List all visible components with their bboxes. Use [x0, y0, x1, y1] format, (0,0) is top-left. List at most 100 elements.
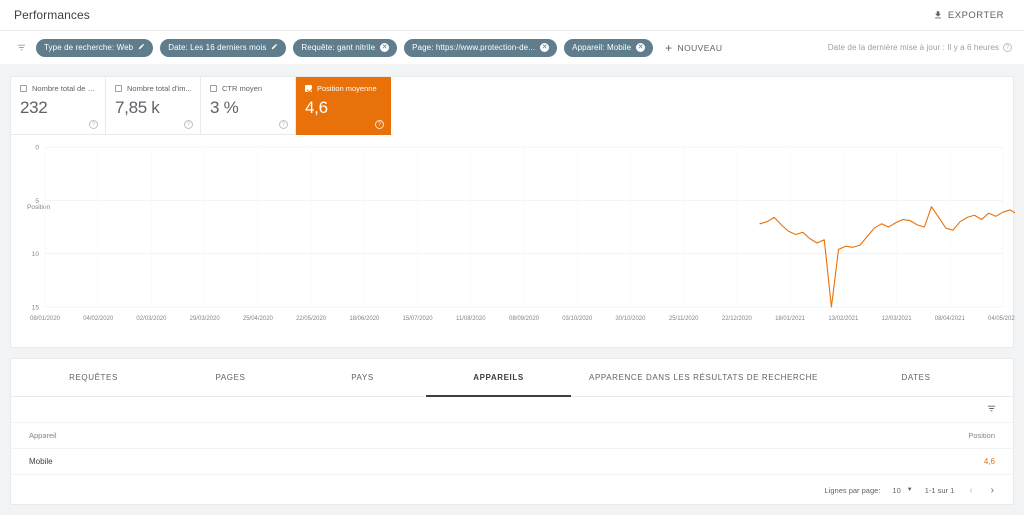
tab-label: PAGES — [215, 373, 246, 382]
tab-countries[interactable]: PAYS — [299, 359, 426, 396]
table-pagination: Lignes par page: 10 ▼ 1-1 sur 1 ‹ › — [11, 475, 1013, 505]
last-update-info: Date de la dernière mise à jour : Il y a… — [828, 43, 1012, 52]
chart-card: Nombre total de c... 232 ? Nombre total … — [10, 76, 1015, 348]
rows-per-page-label: Lignes par page: — [824, 485, 881, 495]
svg-text:15: 15 — [32, 305, 40, 312]
chevron-right-icon[interactable]: › — [988, 485, 997, 496]
new-filter-button[interactable]: + NOUVEAU — [665, 42, 722, 54]
chevron-left-icon[interactable]: ‹ — [966, 485, 975, 496]
svg-text:18/06/2020: 18/06/2020 — [349, 316, 380, 322]
table-row[interactable]: Mobile 4,6 — [11, 449, 1013, 475]
metric-value: 4,6 — [305, 98, 328, 117]
metric-value: 7,85 k — [115, 98, 160, 117]
filter-chip-date[interactable]: Date: Les 16 derniers mois — [160, 38, 287, 57]
rows-per-page-value: 10 — [892, 485, 901, 495]
metric-header: Nombre total d'im... — [115, 84, 192, 93]
svg-text:15/07/2020: 15/07/2020 — [403, 316, 434, 322]
performance-page: Performances EXPORTER Type de recherche:… — [0, 0, 1024, 515]
filter-chip-search-type[interactable]: Type de recherche: Web — [36, 38, 154, 57]
tab-dates[interactable]: DATES — [836, 359, 996, 396]
filter-list-icon[interactable] — [12, 42, 30, 53]
dimension-tabs: REQUÊTES PAGES PAYS APPAREILS APPARENCE … — [11, 359, 1013, 397]
svg-text:04/05/2021: 04/05/2021 — [988, 316, 1015, 322]
filter-chip-device[interactable]: Appareil: Mobile ✕ — [564, 38, 654, 57]
close-circle-icon[interactable]: ✕ — [636, 43, 646, 52]
help-icon[interactable]: ? — [89, 120, 98, 129]
svg-text:18/01/2021: 18/01/2021 — [775, 316, 806, 322]
performance-chart: Position 0 5 10 15 08/01/2020 04/02/2020 02/03… — [11, 135, 1015, 347]
svg-text:22/12/2020: 22/12/2020 — [722, 316, 753, 322]
chart-plot-area[interactable]: 0 5 10 15 08/01/2020 04/02/2020 02/03/2020 29/0… — [11, 135, 1015, 347]
close-circle-icon[interactable]: ✕ — [540, 43, 550, 52]
pagination-range: 1-1 sur 1 — [924, 485, 955, 495]
svg-text:08/04/2021: 08/04/2021 — [935, 316, 966, 322]
filter-chip-query[interactable]: Requête: gant nitrile ✕ — [293, 38, 398, 57]
chip-label: Appareil: Mobile — [572, 42, 632, 52]
svg-text:08/01/2020: 08/01/2020 — [30, 316, 61, 322]
svg-text:03/10/2020: 03/10/2020 — [562, 316, 593, 322]
chip-label: Type de recherche: Web — [44, 42, 134, 52]
tab-label: REQUÊTES — [69, 373, 118, 382]
dimension-table-card: REQUÊTES PAGES PAYS APPAREILS APPARENCE … — [10, 358, 1014, 505]
svg-text:29/03/2020: 29/03/2020 — [190, 316, 221, 322]
metric-card-ctr[interactable]: CTR moyen 3 % ? — [201, 77, 296, 135]
metric-card-clicks[interactable]: Nombre total de c... 232 ? — [11, 77, 106, 135]
pencil-icon[interactable] — [138, 43, 145, 52]
metric-value: 232 — [20, 98, 48, 117]
metric-card-impressions[interactable]: Nombre total d'im... 7,85 k ? — [106, 77, 201, 135]
help-icon[interactable]: ? — [184, 120, 193, 129]
rows-per-page-select[interactable]: 10 ▼ — [892, 486, 912, 495]
export-label: EXPORTER — [947, 9, 1004, 21]
tab-label: PAYS — [351, 373, 374, 382]
filter-chip-page[interactable]: Page: https://www.protection-de... ✕ — [404, 38, 558, 57]
svg-text:25/04/2020: 25/04/2020 — [243, 316, 274, 322]
checkbox-icon[interactable] — [20, 85, 27, 92]
help-icon[interactable]: ? — [1003, 43, 1012, 52]
tab-search-appearance[interactable]: APPARENCE DANS LES RÉSULTATS DE RECHERCH… — [571, 359, 836, 396]
tab-label: DATES — [901, 373, 931, 382]
tab-pages[interactable]: PAGES — [162, 359, 299, 396]
column-header-position[interactable]: Position — [968, 431, 995, 440]
metric-value: 3 % — [210, 98, 239, 117]
svg-text:10: 10 — [32, 251, 40, 258]
tab-label: APPARENCE DANS LES RÉSULTATS DE RECHERCH… — [589, 373, 818, 382]
filter-list-icon[interactable] — [986, 401, 997, 419]
metric-header: Nombre total de c... — [20, 84, 97, 93]
chevron-down-icon: ▼ — [906, 487, 913, 493]
metric-header: Position moyenne — [305, 84, 383, 93]
help-icon[interactable]: ? — [375, 120, 384, 129]
chip-label: Date: Les 16 derniers mois — [168, 42, 267, 52]
tab-devices[interactable]: APPAREILS — [426, 359, 571, 397]
checkbox-icon[interactable] — [210, 85, 217, 92]
cell-position: 4,6 — [983, 457, 995, 466]
svg-text:08/09/2020: 08/09/2020 — [509, 316, 540, 322]
table-filter-row — [11, 397, 1013, 423]
filter-chip-list: Type de recherche: Web Date: Les 16 dern… — [36, 38, 654, 57]
tab-queries[interactable]: REQUÊTES — [25, 359, 162, 396]
last-update-text: Date de la dernière mise à jour : Il y a… — [827, 43, 999, 52]
svg-text:22/05/2020: 22/05/2020 — [296, 316, 327, 322]
export-button[interactable]: EXPORTER — [927, 7, 1010, 24]
metric-card-position[interactable]: Position moyenne 4,6 ? — [296, 77, 391, 135]
chip-label: Requête: gant nitrile — [301, 42, 376, 52]
filter-bar: Type de recherche: Web Date: Les 16 dern… — [0, 30, 1024, 64]
svg-text:12/03/2021: 12/03/2021 — [882, 316, 913, 322]
svg-text:5: 5 — [35, 198, 39, 205]
svg-text:30/10/2020: 30/10/2020 — [615, 316, 646, 322]
cell-device: Mobile — [29, 457, 53, 466]
chip-label: Page: https://www.protection-de... — [412, 42, 536, 52]
pencil-icon[interactable] — [271, 43, 278, 52]
page-title: Performances — [14, 8, 90, 22]
table-header-row: Appareil Position — [11, 423, 1013, 449]
help-icon[interactable]: ? — [279, 120, 288, 129]
page-header: Performances EXPORTER — [0, 0, 1024, 30]
close-circle-icon[interactable]: ✕ — [380, 43, 390, 52]
svg-text:25/11/2020: 25/11/2020 — [669, 316, 699, 322]
checkbox-icon[interactable] — [115, 85, 122, 92]
tab-label: APPAREILS — [473, 373, 524, 382]
checkbox-checked-icon[interactable] — [305, 85, 312, 92]
download-icon — [933, 10, 943, 20]
svg-text:0: 0 — [35, 145, 39, 152]
column-header-device[interactable]: Appareil — [29, 431, 968, 440]
svg-text:13/02/2021: 13/02/2021 — [828, 316, 859, 322]
